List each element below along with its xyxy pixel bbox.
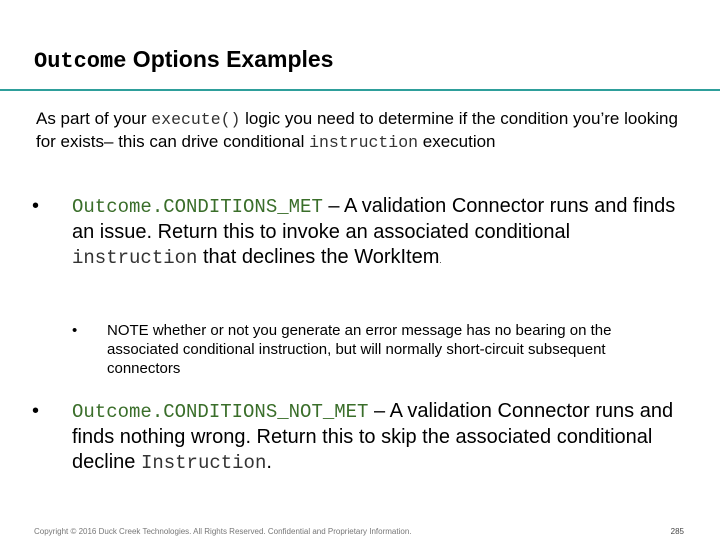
title-divider (0, 89, 720, 91)
sub-bullet-note: • NOTE whether or not you generate an err… (72, 321, 667, 378)
bullet-marker: • (32, 195, 40, 217)
bullet1-code-instruction: instruction (72, 247, 198, 269)
code-conditions-met: Outcome.CONDITIONS_MET (72, 196, 323, 218)
bullet-conditions-met: • Outcome.CONDITIONS_MET – A validation C… (32, 194, 692, 273)
sub-bullet-marker: • (72, 322, 78, 339)
bullet-marker: • (32, 400, 40, 422)
bullet2-text-2: . (266, 451, 272, 473)
bullet-conditions-not-met: • Outcome.CONDITIONS_NOT_MET – A validati… (32, 399, 692, 476)
intro-paragraph: As part of your execute() logic you need… (36, 108, 686, 154)
intro-code-instruction: instruction (309, 133, 419, 152)
title-text: Options Examples (126, 46, 334, 72)
bullet1-text-2: that declines the WorkItem (197, 246, 440, 268)
bullet2-code-instruction: Instruction (140, 452, 267, 474)
intro-text-3: execution (418, 132, 496, 151)
note-text: NOTE whether or not you generate an erro… (107, 322, 612, 377)
slide-title: Outcome Options Examples (34, 46, 333, 74)
page-number: 285 (670, 527, 684, 536)
code-conditions-not-met: Outcome.CONDITIONS_NOT_MET (72, 401, 369, 423)
intro-code-execute: execute() (151, 110, 241, 129)
intro-text-1: As part of your (36, 109, 152, 128)
copyright-footer: Copyright © 2016 Duck Creek Technologies… (34, 527, 412, 536)
title-code: Outcome (34, 49, 127, 74)
bullet1-period: . (439, 256, 442, 265)
